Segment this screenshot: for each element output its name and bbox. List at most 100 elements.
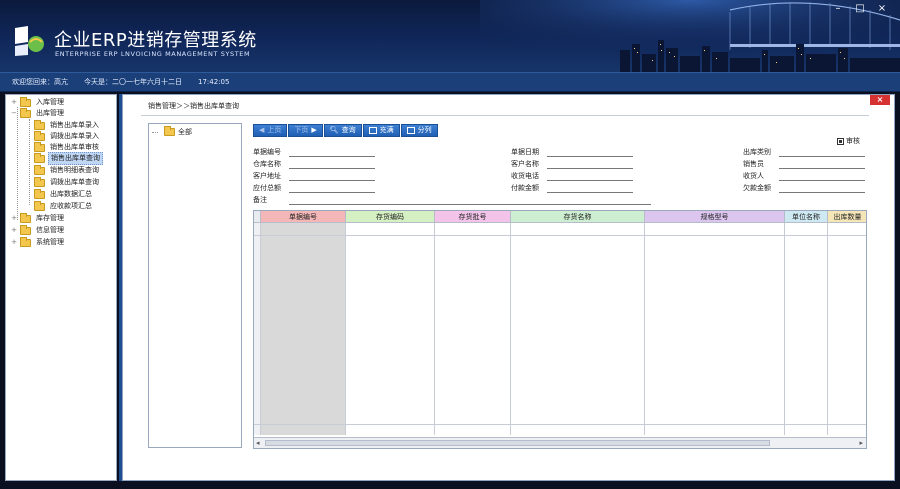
grid-column-spec[interactable]	[645, 223, 785, 435]
divider	[141, 115, 869, 116]
scrollbar-thumb[interactable]	[265, 440, 770, 446]
close-window-button[interactable]: ×	[874, 3, 890, 15]
customer-address-input[interactable]	[289, 172, 375, 181]
folder-icon	[20, 224, 31, 235]
folder-open-icon	[20, 107, 31, 118]
close-tab-button[interactable]: ×	[870, 95, 890, 105]
fill-button[interactable]: 充满	[362, 124, 400, 137]
folder-icon	[20, 96, 31, 107]
column-header-item-code[interactable]: 存货编码	[346, 211, 435, 223]
welcome-text: 欢迎您回来：高亢	[12, 78, 68, 86]
expand-icon[interactable]: +	[10, 237, 18, 248]
folder-icon	[164, 126, 175, 136]
expand-icon[interactable]: +	[10, 225, 18, 236]
nav-item-sales-out-query[interactable]: 销售出库单查询	[24, 152, 103, 165]
folder-icon	[34, 188, 45, 199]
row-header-corner	[254, 211, 261, 223]
grid-column-unit[interactable]	[785, 223, 828, 435]
grid-column-item-name[interactable]	[511, 223, 645, 435]
nav-item-receivables-summary[interactable]: 应收款项汇总	[24, 200, 94, 212]
checkbox-checked-icon[interactable]	[837, 137, 844, 145]
field-customer-name: 客户名称	[511, 159, 633, 169]
doc-date-input[interactable]	[547, 148, 633, 157]
grid-row-line	[254, 235, 866, 236]
erp-logo-icon	[15, 26, 44, 56]
grid-column-batch-no[interactable]	[435, 223, 511, 435]
outbound-type-input[interactable]	[779, 148, 865, 157]
warehouse-input[interactable]	[289, 160, 375, 169]
nav-item-outbound[interactable]: − 出库管理	[10, 107, 66, 119]
app-window: 企业ERP进销存管理系统 ENTERPRISE ERP LNVOICING MA…	[0, 0, 900, 489]
column-header-unit[interactable]: 单位名称	[785, 211, 828, 223]
nav-item-inbound[interactable]: + 入库管理	[10, 96, 66, 108]
tree-root-all[interactable]: 全部	[152, 126, 192, 137]
field-doc-date: 单据日期	[511, 147, 633, 157]
total-payable-input[interactable]	[289, 184, 375, 193]
grid-footer-line	[254, 424, 866, 425]
expand-icon[interactable]: +	[10, 213, 18, 224]
scroll-right-icon[interactable]: ▸	[859, 439, 863, 447]
time-text: 17:42:05	[198, 78, 230, 86]
folder-icon	[20, 212, 31, 223]
doc-no-input[interactable]	[289, 148, 375, 157]
folder-icon	[34, 164, 45, 175]
next-page-button[interactable]: 下页 ▶	[288, 124, 323, 137]
salesperson-input[interactable]	[779, 160, 865, 169]
owed-amount-input[interactable]	[779, 184, 865, 193]
header-banner: 企业ERP进销存管理系统 ENTERPRISE ERP LNVOICING MA…	[0, 0, 900, 72]
row-header-column	[254, 223, 261, 435]
remarks-input[interactable]	[289, 196, 651, 205]
grid-icon	[368, 127, 377, 134]
category-tree: 全部	[148, 123, 242, 448]
columns-icon	[406, 127, 415, 134]
query-button[interactable]: 🔍︎ 查询	[323, 124, 362, 137]
nav-item-sales-detail-query[interactable]: 销售明细表查询	[24, 164, 101, 176]
folder-icon	[34, 119, 45, 130]
field-customer-address: 客户地址	[253, 171, 375, 181]
field-remarks: 备注	[253, 195, 651, 205]
grid-column-item-code[interactable]	[346, 223, 435, 435]
minimize-button[interactable]: –	[830, 3, 846, 15]
folder-icon	[34, 141, 45, 152]
scroll-left-icon[interactable]: ◂	[256, 439, 260, 447]
nav-tree: + 入库管理 − 出库管理 销售出库单录入 调拨出库单录入 销售出库单审核 销售出库…	[5, 94, 117, 481]
field-warehouse: 仓库名称	[253, 159, 375, 169]
maximize-button[interactable]: □	[852, 3, 868, 15]
field-outbound-type: 出库类别	[743, 147, 865, 157]
field-receive-phone: 收货电话	[511, 171, 633, 181]
receiver-input[interactable]	[779, 172, 865, 181]
audit-checkbox[interactable]: 审核	[837, 136, 860, 146]
grid-column-doc-no[interactable]	[261, 223, 346, 435]
data-grid: 单据编号 存货编码 存货批号 存货名称 规格型号 单位名称 出库数量 ◂ ▸	[253, 210, 867, 449]
nav-item-outbound-summary[interactable]: 出库数据汇总	[24, 188, 94, 200]
collapse-icon[interactable]: −	[10, 108, 18, 119]
column-header-item-name[interactable]: 存货名称	[511, 211, 645, 223]
nav-item-info[interactable]: + 信息管理	[10, 224, 66, 236]
expand-icon[interactable]: +	[10, 97, 18, 108]
nav-item-inventory[interactable]: + 库存管理	[10, 212, 66, 224]
column-header-doc-no[interactable]: 单据编号	[261, 211, 346, 223]
receive-phone-input[interactable]	[547, 172, 633, 181]
toolbar: ◀ 上页 下页 ▶ 🔍︎ 查询 充满 分列	[253, 124, 438, 137]
nav-item-transfer-out-entry[interactable]: 调拨出库单录入	[24, 130, 101, 142]
field-total-payable: 应付总额	[253, 183, 375, 193]
arrow-right-icon: ▶	[311, 126, 317, 134]
folder-icon	[34, 200, 45, 211]
nav-item-system[interactable]: + 系统管理	[10, 236, 66, 248]
status-bar: 欢迎您回来：高亢 今天是：二〇一七年六月十二日 17:42:05	[0, 72, 900, 92]
horizontal-scrollbar[interactable]: ◂ ▸	[254, 437, 866, 448]
column-header-spec[interactable]: 规格型号	[645, 211, 785, 223]
date-text: 今天是：二〇一七年六月十二日	[84, 78, 182, 86]
payment-amount-input[interactable]	[547, 184, 633, 193]
field-salesperson: 销售员	[743, 159, 865, 169]
customer-name-input[interactable]	[547, 160, 633, 169]
column-header-batch-no[interactable]: 存货批号	[435, 211, 511, 223]
field-doc-no: 单据编号	[253, 147, 375, 157]
prev-page-button[interactable]: ◀ 上页	[253, 124, 288, 137]
field-receiver: 收货人	[743, 171, 865, 181]
arrow-left-icon: ◀	[259, 126, 265, 134]
nav-item-transfer-out-query[interactable]: 调拨出库单查询	[24, 176, 101, 188]
column-header-quantity[interactable]: 出库数量	[828, 211, 866, 223]
split-columns-button[interactable]: 分列	[400, 124, 438, 137]
nav-item-sales-out-entry[interactable]: 销售出库单录入	[24, 119, 101, 131]
